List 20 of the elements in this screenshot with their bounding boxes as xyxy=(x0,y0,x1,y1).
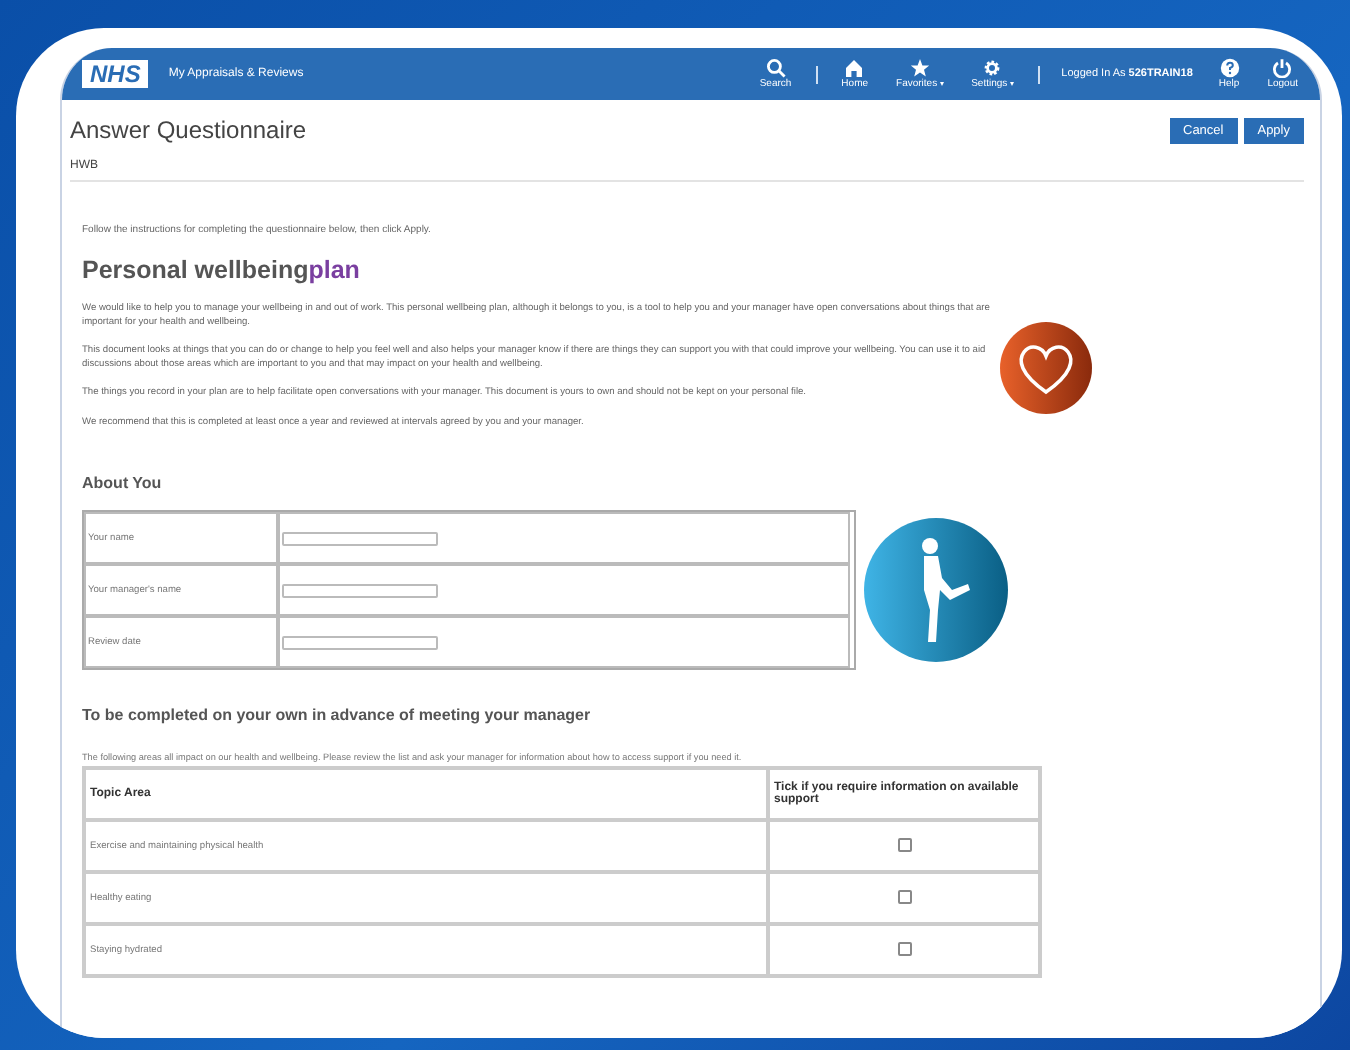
input-field[interactable] xyxy=(282,531,438,545)
caret-icon xyxy=(939,82,944,86)
checkbox[interactable] xyxy=(897,942,911,957)
star-icon xyxy=(909,58,930,78)
caret-icon xyxy=(1009,82,1014,86)
stretching-figure-icon xyxy=(864,518,1008,662)
help-icon xyxy=(1219,58,1240,78)
home-icon xyxy=(844,58,865,78)
section-heading: To be completed on your own in advance of meeting your manager xyxy=(82,706,593,724)
power-icon xyxy=(1272,58,1293,78)
plan-heading: Personal wellbeingplan xyxy=(82,256,362,284)
section-heading: About You xyxy=(82,474,164,492)
input-field[interactable] xyxy=(282,583,438,597)
checkbox[interactable] xyxy=(897,890,911,905)
logo[interactable]: NHS xyxy=(82,60,149,88)
search-icon xyxy=(765,58,786,78)
page-title: Answer Questionnaire xyxy=(70,116,307,144)
settings-icon xyxy=(982,58,1003,78)
input-field[interactable] xyxy=(282,635,438,649)
checkbox[interactable] xyxy=(897,838,911,853)
